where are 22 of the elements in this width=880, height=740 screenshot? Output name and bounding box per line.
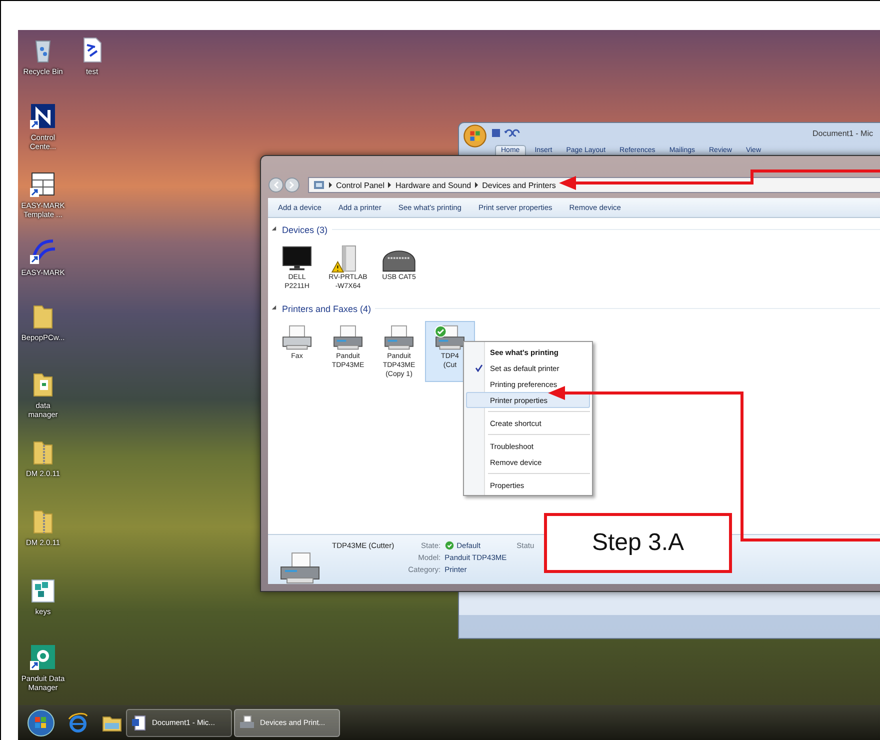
breadcrumb-arrow-icon xyxy=(329,182,332,188)
printer-icon xyxy=(278,551,322,585)
document-icon xyxy=(131,714,147,730)
breadcrumb-item[interactable]: Devices and Printers xyxy=(482,180,556,190)
breadcrumb-item[interactable]: Control Panel xyxy=(336,180,384,190)
address-bar[interactable]: Control Panel Hardware and Sound Devices and Printers xyxy=(308,177,880,193)
browser-icon[interactable] xyxy=(66,710,90,734)
breadcrumb-item[interactable]: Hardware and Sound xyxy=(395,180,472,190)
start-button[interactable] xyxy=(26,708,56,738)
collapse-arrow-icon[interactable] xyxy=(272,306,278,312)
window-title: Document1 - Mic xyxy=(812,128,873,138)
group-header[interactable]: Devices (3) xyxy=(282,224,328,234)
control-panel-icon xyxy=(313,180,325,190)
breadcrumb-arrow-icon xyxy=(388,182,392,188)
office-button-icon[interactable] xyxy=(463,124,487,148)
back-forward-buttons-icon[interactable] xyxy=(268,177,302,193)
group-header[interactable]: Printers and Faxes (4) xyxy=(282,304,372,314)
breadcrumb-arrow-icon xyxy=(475,182,478,188)
printer-icon xyxy=(239,714,255,730)
step-callout: Step 3.A xyxy=(544,513,732,573)
collapse-arrow-icon[interactable] xyxy=(272,226,278,233)
check-icon xyxy=(444,541,454,550)
